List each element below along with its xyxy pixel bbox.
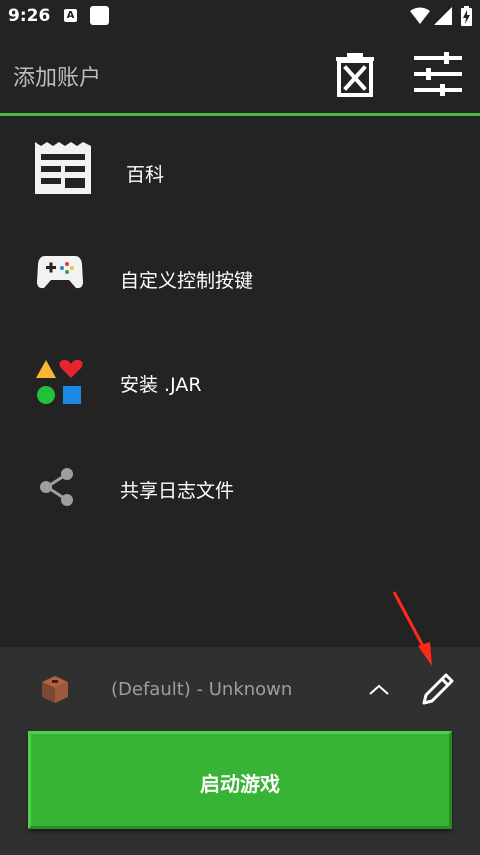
menu-item-label: 安装 .JAR (120, 374, 202, 396)
menu-item-share-logs[interactable]: 共享日志文件 (0, 436, 480, 536)
pencil-icon (422, 673, 454, 705)
delete-icon (336, 53, 374, 97)
wifi-icon (410, 7, 430, 24)
menu-item-custom-controls[interactable]: 自定义控制按键 (0, 226, 480, 326)
menu-item-label: 共享日志文件 (120, 480, 235, 502)
drawer-menu: 百科 自定义控制按键 安装 .JAR 共享日志文件 (0, 116, 480, 647)
delete-account-button[interactable] (334, 51, 376, 97)
menu-item-install-jar[interactable]: 安装 .JAR (0, 332, 480, 432)
menu-item-label: 自定义控制按键 (120, 270, 254, 292)
settings-button[interactable] (414, 52, 462, 96)
annotation-arrow-icon (392, 591, 432, 666)
share-icon (40, 468, 73, 506)
menu-item-label: 百科 (126, 164, 165, 186)
profile-selector[interactable]: (Default) - Unknown (111, 679, 292, 700)
notification-square-icon (90, 6, 109, 25)
gamepad-icon (37, 256, 83, 289)
launch-game-button[interactable]: 启动游戏 (28, 731, 452, 829)
status-time: 9:26 (8, 6, 51, 26)
status-bar: 9:26 A (0, 0, 480, 34)
shapes-icon (36, 359, 83, 404)
page-title[interactable]: 添加账户 (13, 60, 101, 92)
profile-block-icon[interactable] (40, 674, 70, 704)
signal-icon (434, 7, 452, 25)
battery-charging-icon (461, 6, 472, 26)
sliders-icon (414, 52, 462, 96)
wiki-icon (35, 142, 91, 194)
edit-profile-button[interactable] (420, 671, 456, 707)
notification-a-icon: A (64, 9, 77, 22)
chevron-up-icon[interactable] (366, 681, 392, 697)
menu-item-wiki[interactable]: 百科 (0, 120, 480, 220)
launch-label: 启动游戏 (200, 772, 280, 796)
toolbar: 添加账户 (0, 34, 480, 113)
